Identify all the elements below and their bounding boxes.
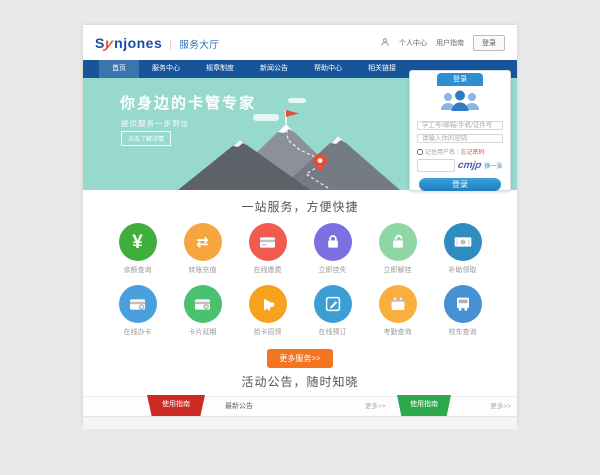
nav-item-5[interactable]: 相关链接 — [355, 60, 409, 78]
flag-icon — [286, 110, 299, 117]
nav-item-3[interactable]: 新闻公告 — [247, 60, 301, 78]
users-group-icon — [438, 89, 482, 117]
service-label: 在线预订 — [300, 327, 365, 337]
lock-icon — [314, 223, 352, 261]
username-input[interactable] — [417, 121, 503, 130]
services-section: 一站服务，方便快捷 ¥ 余额查询 ⇄ 转账充值在线缴费立即挂失立即解挂补助领取 在线办… — [83, 190, 517, 365]
more-services-button[interactable]: 更多服务>> — [267, 349, 332, 368]
page: Synjones | 服务大厅 个人中心 用户指南 登录 首页服务中心规章制度新… — [83, 25, 517, 425]
transfer-icon: ⇄ — [184, 223, 222, 261]
unlock-icon — [379, 223, 417, 261]
service-item[interactable]: 立即挂失 — [300, 223, 365, 275]
services-row-1: ¥ 余额查询 ⇄ 转账充值在线缴费立即挂失立即解挂补助领取 — [83, 223, 517, 275]
edit-icon — [314, 285, 352, 323]
hero-cta-button[interactable]: 点击了解详情 — [121, 131, 171, 146]
service-item[interactable]: ⇄ 转账充值 — [170, 223, 235, 275]
captcha-image: cmjp — [457, 160, 482, 171]
nav-item-4[interactable]: 帮助中心 — [301, 60, 355, 78]
link-user-guide[interactable]: 用户指南 — [436, 38, 464, 48]
service-label: 考勤查询 — [365, 327, 430, 337]
service-label: 转账充值 — [170, 265, 235, 275]
service-item[interactable]: 在线办卡 — [105, 285, 170, 337]
options-divider: | — [457, 149, 459, 155]
captcha-input[interactable] — [417, 159, 455, 172]
service-item[interactable]: 考勤查询 — [365, 285, 430, 337]
announcements-body — [83, 417, 517, 429]
captcha-refresh-link[interactable]: 换一张 — [484, 161, 502, 170]
service-item[interactable]: 校车查询 — [430, 285, 495, 337]
nav-item-1[interactable]: 服务中心 — [139, 60, 193, 78]
services-row-2: 在线办卡卡片延期拾卡招领在线预订考勤查询校车查询 — [83, 285, 517, 337]
logo: Synjones | 服务大厅 — [95, 35, 219, 51]
tab-latest-announcements[interactable]: 最新公告 — [225, 397, 253, 416]
logo-suffix: 服务大厅 — [179, 37, 219, 51]
cloud-decoration — [253, 114, 279, 121]
service-item[interactable]: 在线缴费 — [235, 223, 300, 275]
link-personal-center[interactable]: 个人中心 — [399, 38, 427, 48]
service-item[interactable]: 立即解挂 — [365, 223, 430, 275]
service-item[interactable]: 补助领取 — [430, 223, 495, 275]
mountain-illustration — [178, 102, 408, 190]
login-tab[interactable]: 登录 — [437, 73, 483, 86]
bus-icon — [444, 285, 482, 323]
service-label: 立即解挂 — [365, 265, 430, 275]
more-link-left[interactable]: 更多>> — [365, 397, 386, 416]
service-label: 在线办卡 — [105, 327, 170, 337]
service-item[interactable]: 拾卡招领 — [235, 285, 300, 337]
announcements-title: 活动公告，随时知晓 — [83, 373, 517, 390]
user-icon — [380, 37, 390, 49]
announcements-section: 活动公告，随时知晓 使用指南 最新公告 更多>> 使用指南 更多>> — [83, 365, 517, 425]
service-label: 补助领取 — [430, 265, 495, 275]
remember-label: 记住用户名 — [425, 147, 455, 156]
card-plus-icon — [119, 285, 157, 323]
password-input[interactable] — [417, 134, 503, 143]
tab-usage-guide-red[interactable]: 使用指南 — [147, 395, 205, 416]
forgot-password-link[interactable]: 忘记密码 — [461, 147, 485, 156]
logo-divider: | — [169, 40, 172, 51]
service-item[interactable]: ¥ 余额查询 — [105, 223, 170, 275]
announcements-tabbar: 使用指南 最新公告 更多>> 使用指南 更多>> — [83, 396, 517, 417]
header: Synjones | 服务大厅 个人中心 用户指南 登录 — [83, 25, 517, 60]
service-label: 校车查询 — [430, 327, 495, 337]
megaphone-icon — [249, 285, 287, 323]
yen-icon: ¥ — [119, 223, 157, 261]
service-label: 卡片延期 — [170, 327, 235, 337]
nav-item-2[interactable]: 规章制度 — [193, 60, 247, 78]
remember-checkbox[interactable] — [417, 149, 423, 155]
banknote-icon — [444, 223, 482, 261]
logo-text-rest: njones — [114, 35, 162, 51]
hero-title: 你身边的卡管专家 — [120, 92, 256, 113]
services-title: 一站服务，方便快捷 — [83, 198, 517, 215]
header-login-button[interactable]: 登录 — [473, 35, 505, 51]
service-item[interactable]: 卡片延期 — [170, 285, 235, 337]
calendar-icon — [379, 285, 417, 323]
service-label: 拾卡招领 — [235, 327, 300, 337]
nav-item-0[interactable]: 首页 — [99, 60, 139, 78]
login-panel: 登录 记住用户名 | 忘记密码 cmjp 换一张 登录 — [409, 70, 511, 191]
service-item[interactable]: 在线预订 — [300, 285, 365, 337]
login-submit-button[interactable]: 登录 — [419, 178, 501, 191]
tab-usage-guide-green[interactable]: 使用指南 — [397, 395, 451, 416]
more-link-right[interactable]: 更多>> — [490, 397, 511, 416]
service-label: 余额查询 — [105, 265, 170, 275]
cloud-decoration — [288, 98, 306, 103]
card-icon — [249, 223, 287, 261]
hero-subtitle: 提供服务一步到位 — [121, 118, 189, 129]
card-clock-icon — [184, 285, 222, 323]
service-label: 立即挂失 — [300, 265, 365, 275]
service-label: 在线缴费 — [235, 265, 300, 275]
